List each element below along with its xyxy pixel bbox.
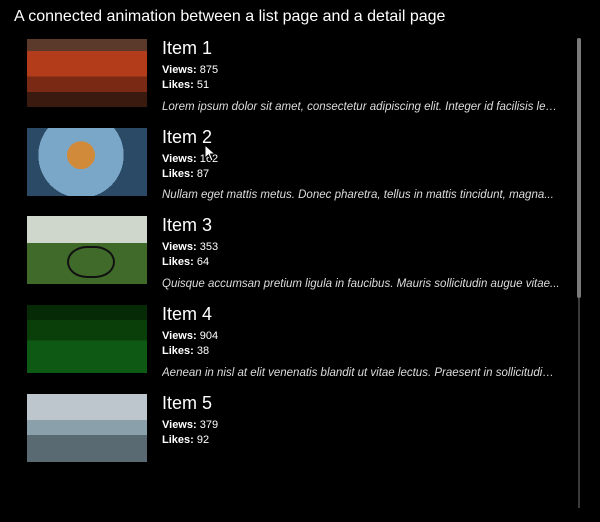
item-title: Item 3: [162, 215, 560, 236]
likes-value: 87: [197, 168, 209, 180]
item-description: Lorem ipsum dolor sit amet, consectetur …: [162, 101, 560, 113]
item-stats: Views: 379 Likes: 92: [162, 418, 560, 448]
item-title: Item 2: [162, 127, 560, 148]
list-item[interactable]: Item 2 Views: 162 Likes: 87 Nullam eget …: [26, 127, 560, 202]
likes-value: 64: [197, 256, 209, 268]
item-stats: Views: 904 Likes: 38: [162, 329, 560, 359]
item-stats: Views: 162 Likes: 87: [162, 152, 560, 182]
item-thumbnail[interactable]: [26, 215, 148, 285]
item-meta: Item 2 Views: 162 Likes: 87 Nullam eget …: [162, 127, 560, 202]
item-description: Aenean in nisl at elit venenatis blandit…: [162, 367, 560, 379]
item-meta: Item 1 Views: 875 Likes: 51 Lorem ipsum …: [162, 38, 560, 113]
item-meta: Item 4 Views: 904 Likes: 38 Aenean in ni…: [162, 304, 560, 379]
views-label: Views:: [162, 330, 197, 342]
views-value: 379: [200, 419, 218, 431]
item-thumbnail[interactable]: [26, 393, 148, 463]
views-label: Views:: [162, 419, 197, 431]
item-meta: Item 3 Views: 353 Likes: 64 Quisque accu…: [162, 215, 560, 290]
list-item[interactable]: Item 1 Views: 875 Likes: 51 Lorem ipsum …: [26, 38, 560, 113]
likes-value: 38: [197, 345, 209, 357]
list-item[interactable]: Item 4 Views: 904 Likes: 38 Aenean in ni…: [26, 304, 560, 379]
page-title: A connected animation between a list pag…: [14, 8, 588, 26]
likes-value: 51: [197, 79, 209, 91]
likes-label: Likes:: [162, 434, 194, 446]
views-value: 353: [200, 241, 218, 253]
views-value: 162: [200, 153, 218, 165]
list-item[interactable]: Item 3 Views: 353 Likes: 64 Quisque accu…: [26, 215, 560, 290]
item-thumbnail[interactable]: [26, 127, 148, 197]
scrollbar-thumb[interactable]: [577, 38, 581, 298]
views-value: 904: [200, 330, 218, 342]
item-description: Quisque accumsan pretium ligula in fauci…: [162, 278, 560, 290]
item-thumbnail[interactable]: [26, 304, 148, 374]
item-title: Item 1: [162, 38, 560, 59]
page-root: A connected animation between a list pag…: [0, 0, 600, 522]
views-value: 875: [200, 64, 218, 76]
item-title: Item 4: [162, 304, 560, 325]
list-item[interactable]: Item 5 Views: 379 Likes: 92: [26, 393, 560, 463]
views-label: Views:: [162, 153, 197, 165]
item-title: Item 5: [162, 393, 560, 414]
list-scroll-region: Item 1 Views: 875 Likes: 51 Lorem ipsum …: [26, 38, 588, 508]
likes-value: 92: [197, 434, 209, 446]
item-meta: Item 5 Views: 379 Likes: 92: [162, 393, 560, 456]
likes-label: Likes:: [162, 79, 194, 91]
views-label: Views:: [162, 64, 197, 76]
item-list: Item 1 Views: 875 Likes: 51 Lorem ipsum …: [26, 38, 588, 463]
views-label: Views:: [162, 241, 197, 253]
likes-label: Likes:: [162, 345, 194, 357]
likes-label: Likes:: [162, 256, 194, 268]
item-thumbnail[interactable]: [26, 38, 148, 108]
scrollbar-track[interactable]: [578, 38, 580, 508]
likes-label: Likes:: [162, 168, 194, 180]
item-stats: Views: 875 Likes: 51: [162, 63, 560, 93]
item-description: Nullam eget mattis metus. Donec pharetra…: [162, 189, 560, 201]
item-stats: Views: 353 Likes: 64: [162, 240, 560, 270]
